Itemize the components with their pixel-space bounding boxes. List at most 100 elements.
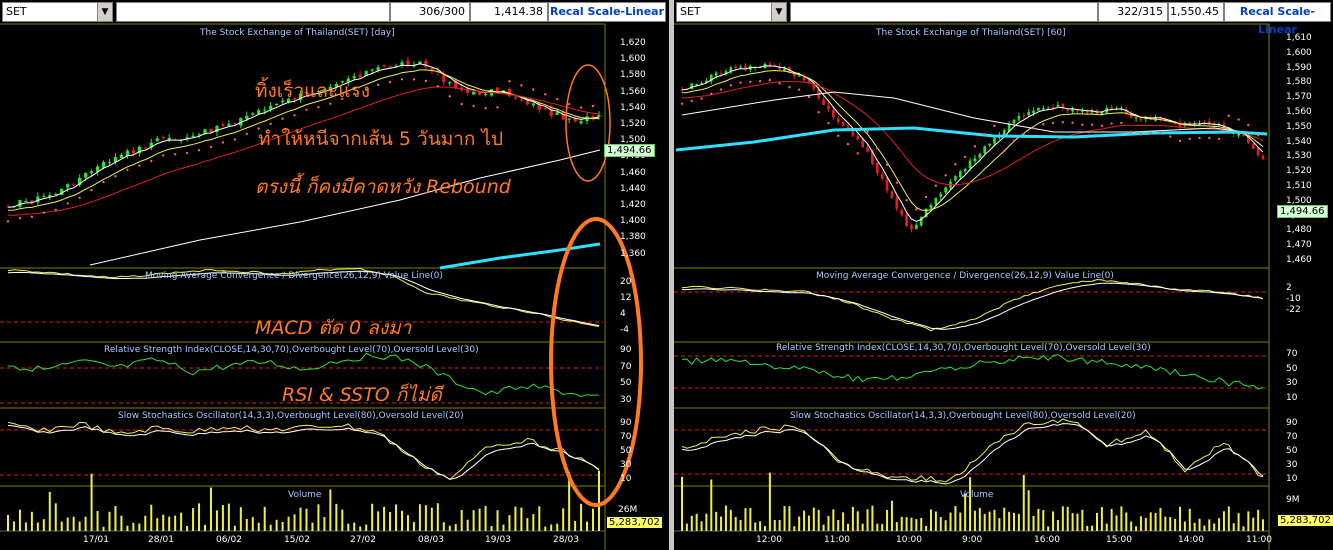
sar-dot — [778, 82, 781, 85]
sar-dot — [281, 117, 284, 120]
candle-body — [1037, 107, 1040, 111]
candle-body — [929, 204, 933, 209]
candle-body — [690, 83, 694, 90]
right-sto-title: Slow Stochastics Oscillator(14,3,3),Over… — [790, 411, 1136, 421]
volume-bar — [472, 510, 475, 531]
sar-dot — [400, 78, 404, 81]
axis-tick-label: 90 — [620, 418, 632, 428]
axis-tick-label: 1,600 — [620, 54, 646, 65]
volume-bar — [48, 491, 51, 531]
candle-body — [905, 214, 908, 227]
left-chart-pane[interactable]: SET ▼ 306/300 1,414.38 Recal Scale-Linea… — [0, 0, 669, 550]
volume-bar — [1242, 526, 1245, 531]
candle-body — [525, 101, 529, 105]
axis-tick-label: 1,610 — [1286, 33, 1312, 43]
left-macd-title: Moving Average Convergence / Divergence(… — [145, 271, 443, 281]
candle-body — [519, 99, 524, 101]
ma-line-fast — [681, 65, 1264, 222]
candle-body — [1056, 104, 1060, 107]
ma-line-long — [681, 91, 1268, 136]
axis-tick-label: 1,460 — [1286, 255, 1312, 265]
right-volume-axis: 9M — [1286, 495, 1300, 505]
candle-body — [954, 176, 957, 181]
volume-bar — [1032, 515, 1035, 531]
candle-body — [988, 143, 991, 146]
candle-body — [483, 94, 488, 96]
volume-bar — [969, 477, 972, 531]
volume-bar — [1183, 521, 1186, 531]
annotation-line2: ทำให้หนีจากเส้น 5 วันมาก ไป — [258, 128, 504, 150]
volume-bar — [1247, 511, 1250, 531]
candle-body — [209, 129, 213, 133]
volume-bar — [724, 505, 727, 531]
volume-bar — [1081, 509, 1084, 531]
volume-bar — [783, 506, 786, 531]
volume-bar — [685, 523, 688, 531]
candle-body — [832, 110, 835, 117]
sar-dot — [591, 104, 595, 108]
volume-bar — [1144, 517, 1147, 531]
volume-bar — [60, 521, 63, 531]
volume-bar — [1203, 525, 1206, 531]
volume-bar — [856, 511, 859, 531]
candle-body — [739, 66, 742, 68]
volume-bar — [822, 524, 825, 531]
sar-dot — [837, 134, 840, 138]
sar-dot — [556, 97, 559, 101]
sar-dot — [993, 124, 996, 128]
volume-bar — [221, 505, 224, 531]
sar-dot — [532, 88, 535, 91]
annotation-line3: ตรงนี้ ก็คงมีคาดหวัง Rebound — [255, 176, 511, 198]
sto-k-line — [681, 418, 1264, 483]
sar-dot — [915, 208, 918, 211]
x-axis-label: 15:00 — [1106, 535, 1132, 545]
volume-bar — [993, 509, 996, 531]
volume-bar — [442, 522, 445, 531]
axis-tick-label: 1,550 — [1286, 121, 1312, 132]
annotation-macd: MACD ตัด 0 ลงมา — [255, 317, 412, 339]
candle-body — [370, 69, 374, 71]
volume-bar — [939, 517, 942, 531]
candle-body — [1002, 130, 1006, 135]
sar-dot — [30, 215, 34, 219]
left-current-volume: 5,283,702 — [607, 517, 662, 528]
volume-bar — [959, 512, 962, 531]
axis-tick-label: 1,580 — [620, 70, 646, 81]
candle-body — [24, 200, 28, 202]
sar-dot — [54, 208, 57, 212]
volume-bar — [1076, 513, 1079, 531]
volume-bar — [881, 524, 884, 531]
axis-tick-label: 1,380 — [620, 232, 646, 243]
sar-dot — [749, 80, 752, 84]
sar-dot — [905, 199, 908, 202]
axis-tick-label: 30 — [1286, 460, 1298, 470]
volume-bar — [1071, 513, 1074, 531]
volume-bar — [120, 515, 123, 531]
axis-tick-label: 1,600 — [1286, 47, 1312, 58]
volume-bar — [754, 522, 757, 531]
volume-bar — [377, 511, 380, 531]
right-chart-pane[interactable]: SET ▼ 322/315 1,550.45 Recal Scale-Linea… — [674, 0, 1333, 550]
sar-dot — [1217, 137, 1221, 140]
volume-bar — [764, 526, 766, 531]
volume-bar — [1061, 506, 1064, 531]
candle-body — [885, 178, 889, 191]
candle-body — [107, 162, 112, 164]
volume-bar — [1213, 523, 1216, 531]
volume-bar — [436, 503, 439, 531]
axis-tick-label: 1,420 — [620, 200, 646, 210]
axis-tick-label: 50 — [1286, 363, 1298, 374]
volume-bar — [988, 511, 991, 531]
candle-body — [257, 110, 261, 115]
axis-tick-label: 50 — [620, 378, 632, 388]
axis-tick-label: 10 — [1286, 392, 1298, 403]
volume-bar — [239, 507, 242, 531]
sar-dot — [412, 78, 416, 81]
volume-bar — [592, 508, 595, 531]
volume-bar — [168, 516, 171, 531]
axis-tick-label: 1,540 — [620, 102, 646, 113]
left-rsi-title: Relative Strength Index(CLOSE,14,30,70),… — [104, 345, 479, 355]
candle-body — [424, 60, 428, 67]
volume-bar — [532, 514, 535, 531]
sar-dot — [924, 195, 928, 199]
